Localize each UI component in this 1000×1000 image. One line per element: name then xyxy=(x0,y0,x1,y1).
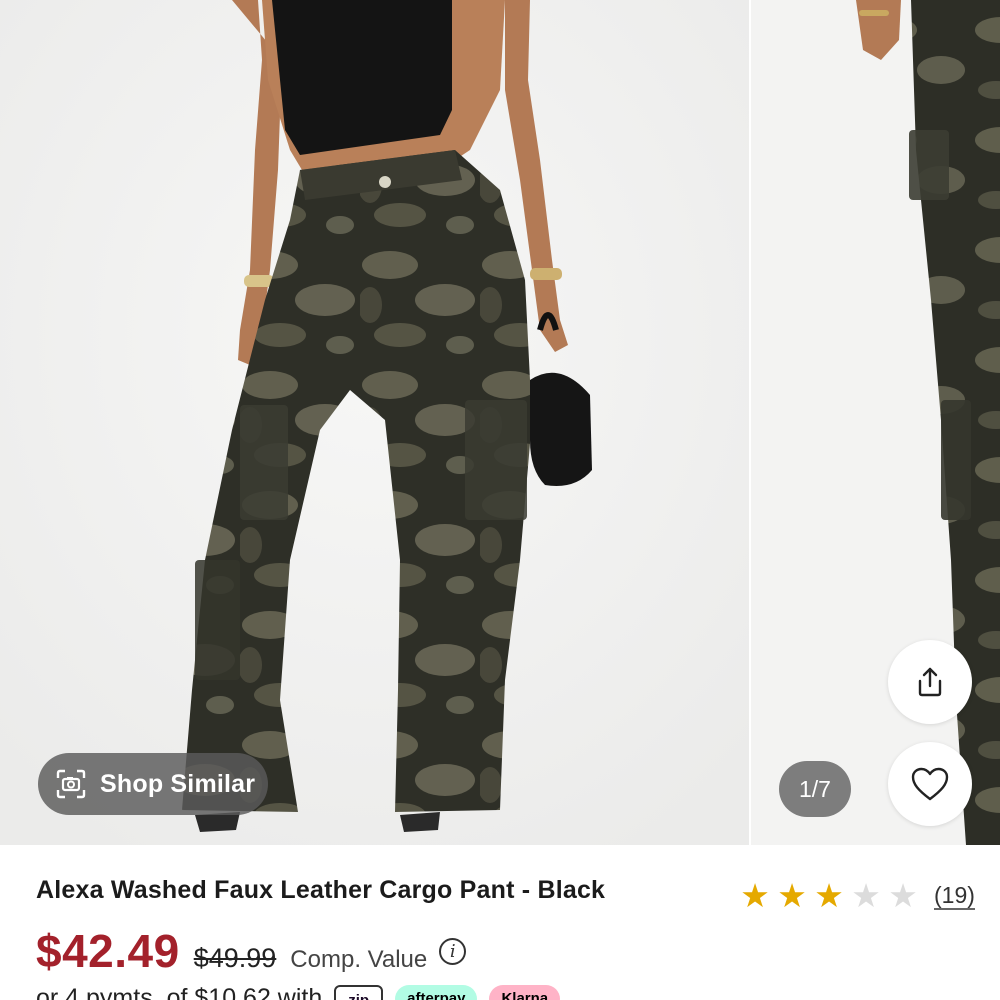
compare-price: $49.99 xyxy=(193,943,277,973)
price-row: $42.49 $49.99 Comp. Value i xyxy=(36,924,467,978)
image-counter: 1/7 xyxy=(779,761,851,817)
klarna-badge[interactable]: Klarna xyxy=(489,984,561,1000)
camera-scan-icon xyxy=(56,769,86,799)
installments-row: or 4 pymts. of $10.62 with zip afterpay … xyxy=(36,984,561,1000)
rating-stars: ★ ★ ★ ★ ★ xyxy=(738,878,920,914)
heart-icon xyxy=(911,767,949,801)
afterpay-badge[interactable]: afterpay xyxy=(395,984,478,1000)
shop-similar-button[interactable]: Shop Similar xyxy=(38,753,268,815)
model-side-view-image xyxy=(751,0,1000,845)
star-empty-icon: ★ xyxy=(851,877,881,914)
sale-price: $42.49 xyxy=(36,925,180,977)
installments-text: or 4 pymts. of $10.62 with xyxy=(36,984,323,1000)
star-empty-icon: ★ xyxy=(888,877,918,914)
product-rating[interactable]: ★ ★ ★ ★ ★ (19) xyxy=(738,878,975,914)
info-icon[interactable]: i xyxy=(439,937,467,965)
favorite-button[interactable] xyxy=(888,742,972,826)
zip-badge[interactable]: zip xyxy=(334,984,384,1000)
shop-similar-label: Shop Similar xyxy=(100,769,256,798)
product-photo-main[interactable] xyxy=(0,0,749,845)
share-icon xyxy=(918,667,942,697)
product-photo-next[interactable] xyxy=(751,0,1000,845)
star-filled-icon: ★ xyxy=(814,877,844,914)
compare-label: Comp. Value xyxy=(290,946,428,973)
star-filled-icon: ★ xyxy=(777,877,807,914)
star-filled-icon: ★ xyxy=(740,877,770,914)
product-title: Alexa Washed Faux Leather Cargo Pant - B… xyxy=(36,876,606,904)
review-count-link[interactable]: (19) xyxy=(934,882,975,910)
model-wearing-cargo-pants-image xyxy=(0,0,749,845)
product-image-gallery[interactable]: Shop Similar 1/7 xyxy=(0,0,1000,845)
share-button[interactable] xyxy=(888,640,972,724)
